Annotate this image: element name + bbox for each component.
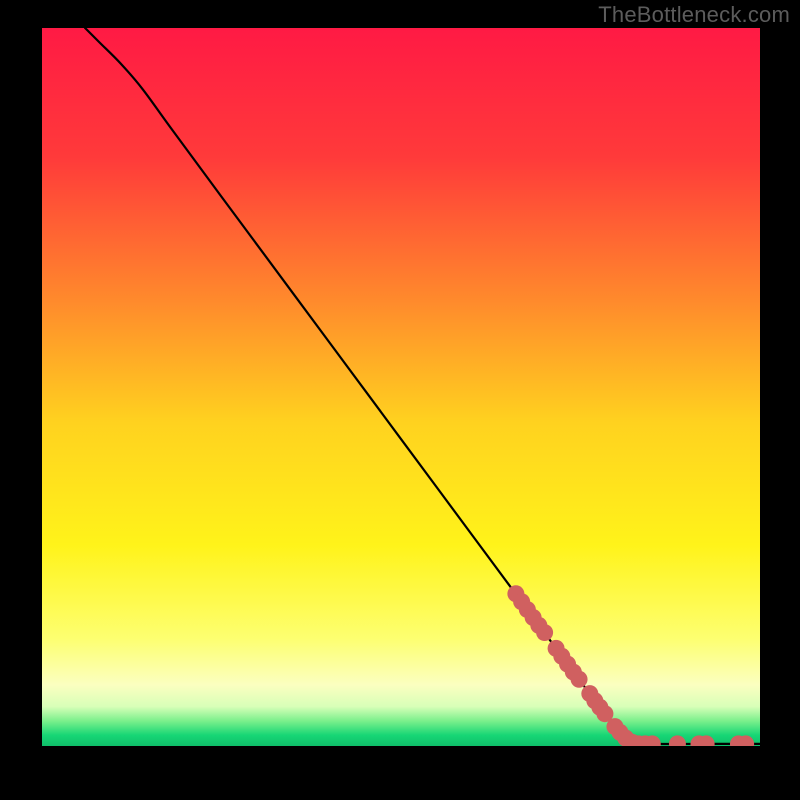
plot-area xyxy=(42,28,760,746)
chart-svg xyxy=(42,28,760,746)
data-point xyxy=(571,671,588,688)
data-point xyxy=(536,624,553,641)
chart-frame: TheBottleneck.com xyxy=(0,0,800,800)
gradient-background xyxy=(42,28,760,746)
watermark-text: TheBottleneck.com xyxy=(598,2,790,28)
